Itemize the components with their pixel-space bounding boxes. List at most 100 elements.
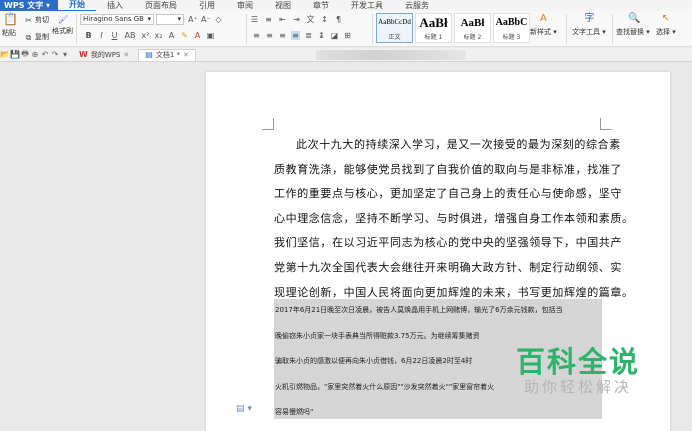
close-icon[interactable]: ✕	[123, 49, 129, 61]
distribute-icon[interactable]: ≣	[304, 31, 313, 40]
search-icon: 🔍	[628, 13, 641, 24]
bullet-list-icon[interactable]: ☰	[250, 15, 259, 24]
highlight-icon[interactable]: ✎	[180, 31, 189, 40]
ribbon-divider	[372, 14, 373, 44]
document-body[interactable]: 此次十九大的持续深入学习，是又一次接受的最为深刻的综合素 质教育洗涤，能够使党员…	[274, 133, 634, 305]
new-style-icon: A	[539, 13, 547, 24]
menu-page-layout[interactable]: 页面布局	[134, 0, 188, 11]
ribbon-divider	[612, 14, 613, 44]
tab-my-wps[interactable]: W 我的WPS ✕	[73, 49, 135, 61]
italic-icon[interactable]: I	[97, 31, 106, 40]
subscript-icon[interactable]: x₂	[154, 31, 163, 40]
grow-font-icon[interactable]: A⁺	[188, 15, 198, 24]
underline-icon[interactable]: U	[110, 31, 119, 40]
app-name: WPS 文字	[4, 1, 44, 10]
shrink-font-icon[interactable]: A⁻	[201, 15, 211, 24]
watermark-subtitle: 助你轻松解决	[524, 378, 633, 396]
align-justify-icon[interactable]: ≡	[291, 31, 300, 40]
cut-label: 剪切	[35, 16, 49, 24]
save-icon[interactable]: 💾	[10, 50, 20, 59]
scissors-icon: ✂	[25, 15, 32, 25]
font-name-select[interactable]: Hiragino Sans GB ▾	[80, 14, 154, 25]
new-style-label: 新样式	[530, 28, 551, 36]
menu-references[interactable]: 引用	[188, 0, 226, 11]
text-tools-button[interactable]: 字 文字工具 ▾	[572, 14, 606, 37]
select-button[interactable]: ↖ 选择 ▾	[656, 14, 676, 37]
print-icon[interactable]: 🖶	[20, 48, 30, 62]
margin-corner-mark	[600, 118, 612, 130]
style-sample: AaBł	[419, 15, 448, 30]
menu-insert[interactable]: 插入	[96, 0, 134, 11]
menu-developer[interactable]: 开发工具	[340, 0, 394, 11]
tab-bar: 📂 💾 🖶 ⊕ ↶ ↷ ▾ W 我的WPS ✕ ▤ 文档1 * ✕	[0, 48, 692, 62]
ribbon-divider	[246, 14, 247, 44]
text-line: 心中理念信念，坚持不断学习、与时俱进，增强自身工作本领和素质。	[274, 211, 634, 225]
style-heading-3[interactable]: AaBbC 标题 3	[493, 13, 530, 43]
border-icon[interactable]: ▣	[206, 31, 215, 40]
decrease-indent-icon[interactable]: ⇤	[278, 15, 287, 24]
menu-view[interactable]: 视图	[264, 0, 302, 11]
copy-icon: ⧉	[25, 32, 32, 42]
new-style-button[interactable]: A 新样式 ▾	[530, 14, 557, 37]
strikethrough-icon[interactable]: AB	[123, 31, 137, 40]
brush-icon: 🖌	[58, 15, 69, 24]
open-icon[interactable]: 📂	[0, 50, 10, 59]
increase-indent-icon[interactable]: ⇥	[292, 15, 301, 24]
dropdown-icon[interactable]: ▾	[60, 50, 70, 59]
style-normal[interactable]: AaBbCcDd 正文	[376, 13, 413, 43]
chinese-layout-icon[interactable]: 文	[306, 15, 315, 24]
text-tools-icon: 字	[584, 13, 595, 24]
preview-icon[interactable]: ⊕	[30, 50, 40, 59]
app-menu-button[interactable]: WPS 文字 ▾	[0, 0, 59, 11]
ribbon: 📋 粘贴 ✂ 剪切 ⧉ 复制 🖌 格式刷 Hiragino Sans GB ▾ ▾…	[0, 11, 692, 47]
superscript-icon[interactable]: x²	[141, 31, 150, 40]
format-painter-label: 格式刷	[52, 27, 73, 35]
line-spacing-icon[interactable]: ↨	[317, 31, 326, 40]
align-right-icon[interactable]: ≡	[278, 31, 287, 40]
style-name: 标题 1	[424, 34, 443, 41]
bold-icon[interactable]: B	[84, 31, 93, 40]
ribbon-divider	[76, 14, 77, 44]
show-marks-icon[interactable]: ¶	[334, 15, 343, 24]
text-line: 此次十九大的持续深入学习，是又一次接受的最为深刻的综合素	[296, 138, 621, 151]
style-name: 正文	[388, 34, 401, 41]
tab-document[interactable]: ▤ 文档1 * ✕	[138, 48, 196, 61]
text-line: 2017年6月21日晚至次日凌晨，被告人莫焕晶用手机上网赌博，输光了6万余元钱款…	[275, 306, 563, 314]
numbered-list-icon[interactable]: ≡	[264, 15, 273, 24]
redo-icon[interactable]: ↷	[50, 50, 60, 59]
align-center-icon[interactable]: ≡	[265, 31, 274, 40]
find-replace-label: 查找替换	[616, 28, 644, 36]
menu-section[interactable]: 章节	[302, 0, 340, 11]
font-name-value: Hiragino Sans GB	[83, 15, 144, 23]
style-sample: AaBbCcDd	[378, 18, 411, 26]
style-heading-2[interactable]: AaBł 标题 2	[454, 13, 491, 43]
find-replace-button[interactable]: 🔍 查找替换 ▾	[616, 14, 650, 37]
paragraph-layout-icon[interactable]: ▤ ▾	[236, 404, 252, 414]
menu-review[interactable]: 审阅	[226, 0, 264, 11]
paste-button[interactable]: 📋 粘贴	[2, 13, 18, 38]
font-color-icon[interactable]: A	[193, 31, 202, 40]
text-effect-icon[interactable]: A	[167, 31, 176, 40]
paste-label: 粘贴	[2, 29, 16, 37]
tab-label: 文档1 *	[155, 51, 181, 59]
style-name: 标题 3	[502, 34, 521, 41]
undo-icon[interactable]: ↶	[40, 50, 50, 59]
sort-icon[interactable]: ↕	[320, 15, 329, 24]
style-sample: AaBbC	[495, 17, 528, 28]
format-painter-button[interactable]: 🖌 格式刷	[52, 15, 73, 36]
menu-cloud[interactable]: 云服务	[394, 0, 440, 11]
align-left-icon[interactable]: ≡	[252, 31, 261, 40]
borders-icon[interactable]: ⊞	[343, 31, 352, 40]
style-heading-1[interactable]: AaBł 标题 1	[415, 13, 452, 43]
margin-corner-mark	[262, 118, 274, 130]
close-icon[interactable]: ✕	[183, 49, 189, 61]
select-label: 选择	[656, 28, 670, 36]
font-size-select[interactable]: ▾	[156, 14, 184, 25]
cut-button[interactable]: ✂ 剪切	[24, 15, 49, 25]
shading-icon[interactable]: ◪	[330, 31, 339, 40]
text-line: 质教育洗涤，能够使党员找到了自我价值的取向与是非标准，找准了	[274, 162, 622, 176]
menu-bar: WPS 文字 ▾ 开始 插入 页面布局 引用 审阅 视图 章节 开发工具 云服务	[0, 0, 692, 12]
copy-button[interactable]: ⧉ 复制	[24, 32, 49, 42]
clear-format-icon[interactable]: ◇	[214, 15, 223, 24]
wps-logo-icon: W	[79, 49, 88, 59]
